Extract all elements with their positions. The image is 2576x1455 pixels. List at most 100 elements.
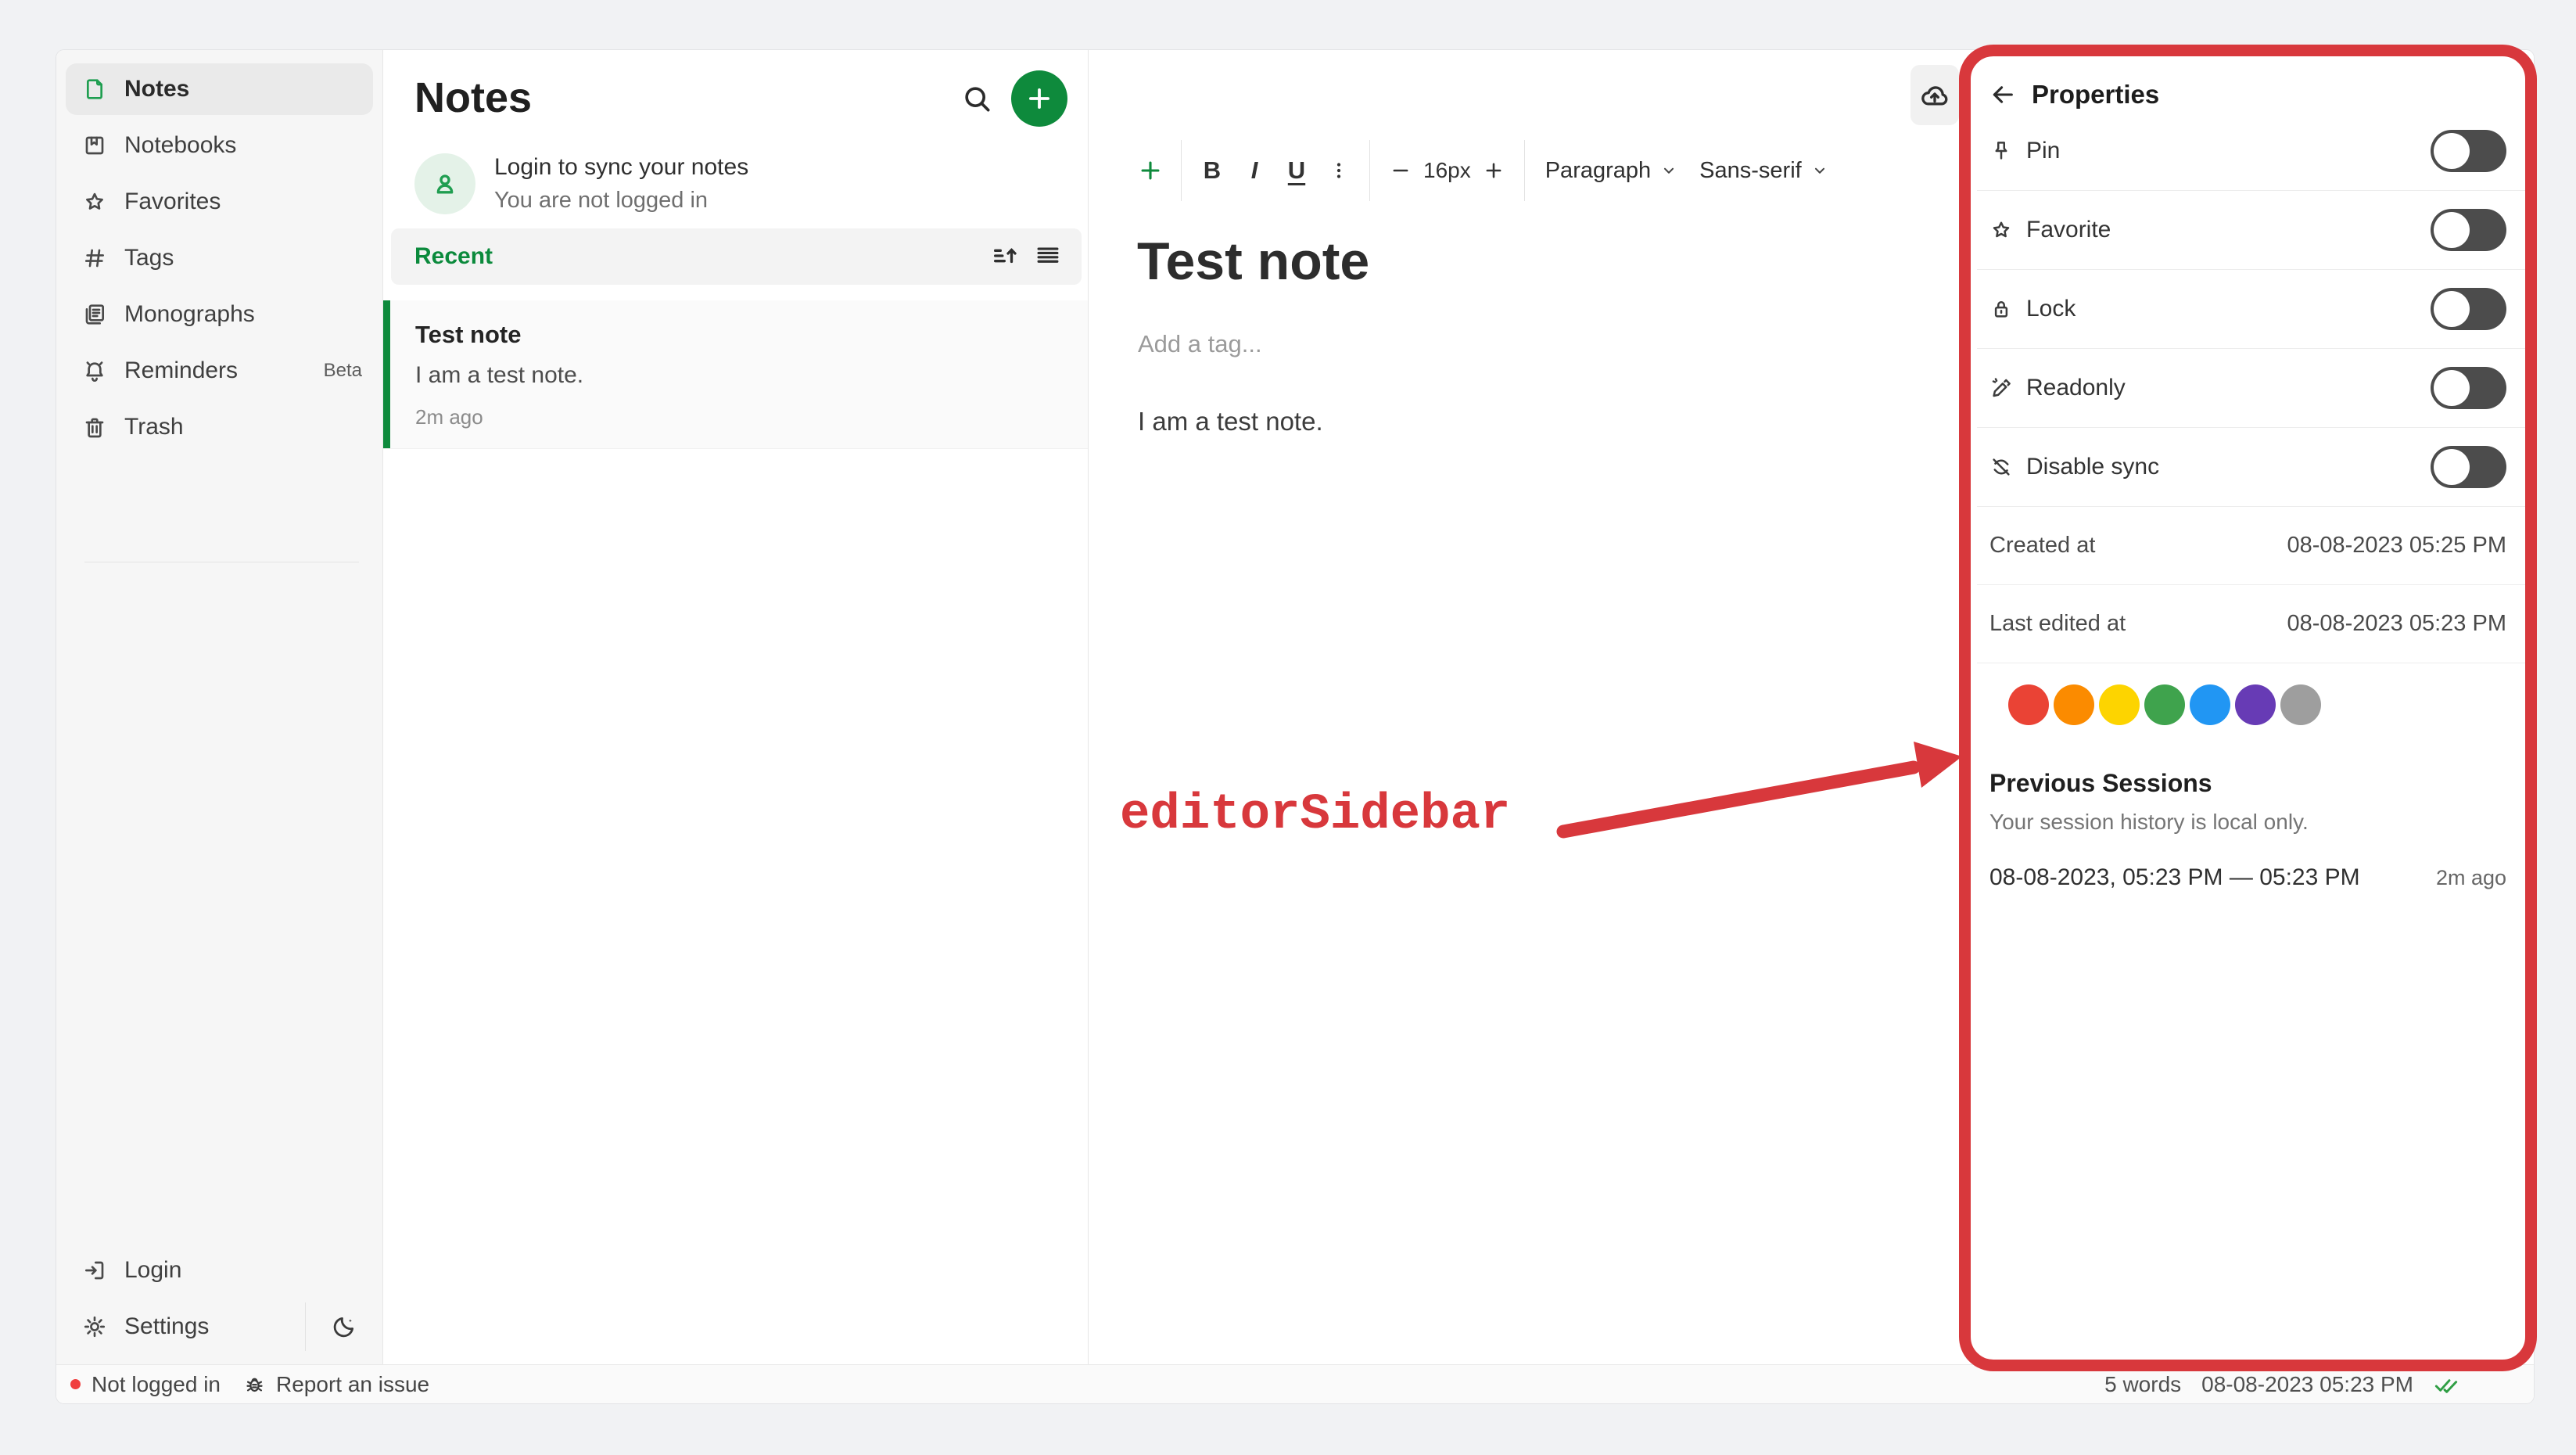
sidebar-item-settings[interactable]: Settings [56,1299,305,1355]
lock-row: Lock [1977,270,2534,349]
sidebar-item-login[interactable]: Login [56,1242,382,1299]
sidebar-item-tags[interactable]: Tags [56,230,382,286]
person-icon [429,168,461,199]
toolbar-separator [1181,140,1182,201]
session-item[interactable]: 08-08-2023, 05:23 PM — 05:23 PM 2m ago [1989,864,2506,891]
chevron-down-icon [1811,162,1828,179]
created-at-value: 08-08-2023 05:25 PM [2287,533,2506,559]
back-arrow-icon[interactable] [1989,81,2016,108]
list-header: Notes [383,50,1088,127]
sidebar-item-monographs[interactable]: Monographs [56,286,382,343]
banner-title: Login to sync your notes [494,154,748,181]
note-item-title: Test note [415,321,1064,349]
sidebar-item-label: Notes [124,76,189,102]
increase-font-size-button[interactable] [1477,149,1510,192]
editor-toolbar: B I U 16px [1089,50,1977,196]
publish-button[interactable] [1910,65,1959,125]
banner-text: Login to sync your notes You are not log… [494,154,748,214]
last-edited-value: 08-08-2023 05:23 PM [2287,611,2506,637]
bold-button[interactable]: B [1196,149,1229,192]
status-bar: Not logged in Report an issue 5 words 08… [56,1364,2534,1403]
color-swatch-purple[interactable] [2235,684,2276,725]
more-formatting-button[interactable] [1322,149,1355,192]
pin-toggle[interactable] [2431,130,2506,172]
color-swatch-green[interactable] [2144,684,2185,725]
notesnook-app-window: Notes Notebooks Favorites [56,50,2534,1403]
block-type-dropdown[interactable]: Paragraph [1545,158,1677,184]
sidebar-item-notes[interactable]: Notes [66,63,373,115]
lock-icon [1989,297,2013,321]
font-family-value: Sans-serif [1699,158,1802,184]
meta-label: Created at [1989,533,2287,559]
disable-sync-row: Disable sync [1977,428,2534,507]
session-time: 2m ago [2436,866,2506,890]
insert-block-button[interactable] [1134,149,1167,192]
tag-input[interactable]: Add a tag... [1138,330,1977,358]
navigation-sidebar: Notes Notebooks Favorites [56,50,383,1364]
font-family-dropdown[interactable]: Sans-serif [1699,158,1828,184]
disable-sync-toggle[interactable] [2431,446,2506,488]
created-at-row: Created at 08-08-2023 05:25 PM [1977,507,2534,585]
sidebar-item-label: Monographs [124,301,255,328]
plus-icon [1483,160,1505,181]
double-check-icon [2434,1372,2459,1397]
favorite-toggle[interactable] [2431,209,2506,251]
italic-button[interactable]: I [1238,149,1271,192]
editor-area: B I U 16px [1089,50,1977,1364]
color-swatch-red[interactable] [2008,684,2049,725]
toolbar-separator [1524,140,1525,201]
lock-toggle[interactable] [2431,288,2506,330]
minus-icon [1390,160,1412,181]
login-status-dot [70,1379,81,1389]
underline-button[interactable]: U [1280,149,1313,192]
plus-icon [1024,84,1054,113]
group-header-recent: Recent [391,228,1082,285]
last-edited-row: Last edited at 08-08-2023 05:23 PM [1977,585,2534,663]
theme-toggle-button[interactable] [306,1299,382,1355]
login-status-label[interactable]: Not logged in [91,1372,221,1397]
sidebar-item-label: Notebooks [124,132,236,159]
monograph-icon [82,302,107,327]
status-left: Not logged in Report an issue [70,1372,2104,1397]
search-button[interactable] [955,74,999,123]
sidebar-item-trash[interactable]: Trash [56,399,382,455]
hash-icon [82,246,107,271]
sort-ascending-icon [989,240,1022,271]
report-issue-label[interactable]: Report an issue [276,1372,429,1397]
note-icon [82,77,107,102]
color-swatch-blue[interactable] [2190,684,2230,725]
sidebar-item-notebooks[interactable]: Notebooks [56,117,382,174]
font-size-value[interactable]: 16px [1423,158,1471,183]
banner-subtitle: You are not logged in [494,188,748,214]
settings-row: Settings [56,1299,382,1355]
sidebar-item-favorites[interactable]: Favorites [56,174,382,230]
cloud-upload-icon [1919,80,1950,111]
readonly-toggle[interactable] [2431,367,2506,409]
favorite-row: Favorite [1977,191,2534,270]
view-mode-button[interactable] [1031,240,1064,273]
color-swatch-gray[interactable] [2280,684,2321,725]
note-accent-bar [383,300,390,448]
note-item-timestamp: 2m ago [415,405,1064,429]
sort-button[interactable] [989,240,1022,273]
pencil-off-icon [1989,376,2013,400]
note-title-input[interactable]: Test note [1137,232,1977,291]
editor-sidebar-properties-panel: Properties Pin Favorite Lock [1977,50,2534,1364]
color-swatch-orange[interactable] [2054,684,2094,725]
group-label: Recent [414,243,980,270]
toggle-label: Favorite [2026,217,2417,243]
note-body-editor[interactable]: I am a test note. [1138,407,1977,436]
add-note-button[interactable] [1011,70,1067,127]
sessions-subtitle: Your session history is local only. [1989,810,2506,835]
bug-icon [244,1374,265,1395]
session-range: 08-08-2023, 05:23 PM — 05:23 PM [1989,864,2436,891]
color-swatch-yellow[interactable] [2099,684,2140,725]
decrease-font-size-button[interactable] [1384,149,1417,192]
note-list-item[interactable]: Test note I am a test note. 2m ago [383,300,1088,449]
sync-off-icon [1989,455,2013,479]
nav-list: Notes Notebooks Favorites [56,50,382,562]
login-sync-banner[interactable]: Login to sync your notes You are not log… [414,153,1064,214]
sidebar-item-reminders[interactable]: Reminders Beta [56,343,382,399]
list-lines-icon [1031,240,1064,270]
toggle-label: Readonly [2026,375,2417,401]
